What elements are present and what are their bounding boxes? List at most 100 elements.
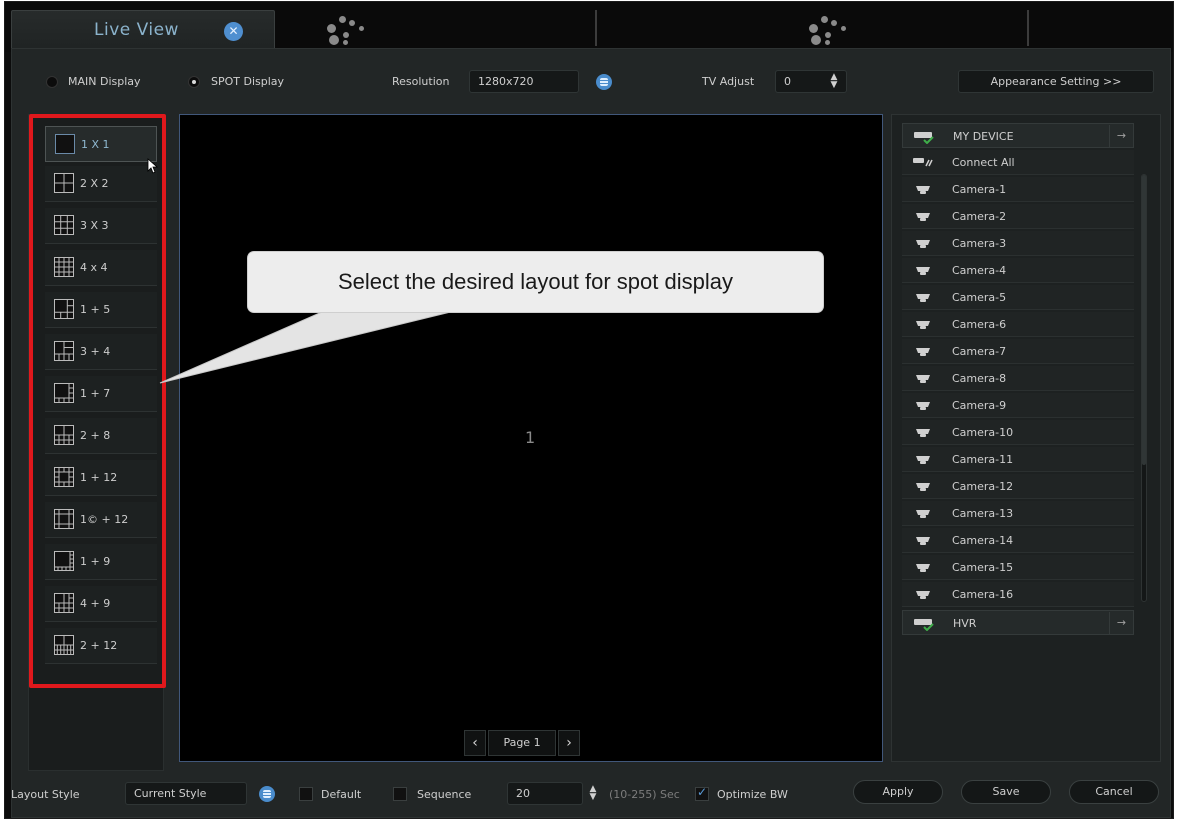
callout-box: Select the desired layout for spot displ…	[248, 252, 823, 312]
layout-style-select[interactable]: Current Style	[125, 782, 247, 805]
layout-1plus7-button[interactable]: 1 + 7	[45, 376, 157, 412]
camera-label: Camera-1	[952, 183, 1007, 196]
device-list-panel: MY DEVICE → Connect All Camera-1 Camera-2…	[891, 114, 1161, 762]
camera-item[interactable]: Camera-15	[902, 555, 1134, 580]
layout-4plus9-button[interactable]: 4 + 9	[45, 586, 157, 622]
camera-label: Camera-13	[952, 507, 1014, 520]
arrow-right-icon[interactable]: →	[1109, 125, 1133, 147]
apply-button[interactable]: Apply	[853, 780, 943, 804]
cancel-button[interactable]: Cancel	[1069, 780, 1159, 804]
camera-icon	[916, 456, 930, 464]
save-button[interactable]: Save	[961, 780, 1051, 804]
camera-item[interactable]: Camera-11	[902, 447, 1134, 472]
layout-2plus12-button[interactable]: 2 + 12	[45, 628, 157, 664]
sequence-range-hint: (10-255) Sec	[609, 788, 680, 801]
tab-placeholder-icon[interactable]	[323, 12, 383, 46]
layout-1x1-button[interactable]: 1 X 1	[45, 126, 157, 162]
arrow-right-icon[interactable]: →	[1109, 612, 1133, 634]
camera-icon	[916, 321, 930, 329]
camera-item[interactable]: Camera-5	[902, 285, 1134, 310]
chevron-right-icon[interactable]: ›	[558, 730, 580, 756]
device-list-scrollbar[interactable]	[1141, 174, 1147, 602]
dvr-screen: Live View ✕ MAIN Display SPOT Display Re…	[4, 1, 1174, 819]
camera-label: Camera-16	[952, 588, 1014, 601]
camera-icon	[916, 483, 930, 491]
layout-3x3-button[interactable]: 3 X 3	[45, 208, 157, 244]
layout-1plus9-button[interactable]: 1 + 9	[45, 544, 157, 580]
connect-all-icon	[913, 158, 933, 167]
dvr-device-icon	[914, 132, 934, 144]
resolution-dropdown-icon[interactable]	[596, 74, 612, 90]
grid-1plus9-icon	[54, 551, 74, 571]
layout-style-label: Layout Style	[11, 788, 80, 801]
tab-strip: Live View ✕	[5, 2, 1173, 52]
layout-label: 1 + 12	[80, 471, 118, 484]
grid-1cplus12-icon	[54, 509, 74, 529]
spot-display-radio[interactable]	[188, 76, 200, 88]
sequence-field[interactable]: 20	[507, 782, 583, 805]
chevron-left-icon[interactable]: ‹	[464, 730, 486, 756]
camera-icon	[916, 591, 930, 599]
camera-item[interactable]: Camera-13	[902, 501, 1134, 526]
layout-label: 4 + 9	[80, 597, 111, 610]
camera-item[interactable]: Camera-7	[902, 339, 1134, 364]
camera-label: Camera-10	[952, 426, 1014, 439]
camera-item[interactable]: Camera-4	[902, 258, 1134, 283]
layout-2x2-button[interactable]: 2 X 2	[45, 166, 157, 202]
tv-adjust-stepper-icon[interactable]: ▲ ▼	[828, 73, 840, 91]
device-group-my-device[interactable]: MY DEVICE →	[902, 123, 1134, 148]
layout-3plus4-button[interactable]: 3 + 4	[45, 334, 157, 370]
layout-label: 2 X 2	[80, 177, 109, 190]
camera-icon	[916, 537, 930, 545]
device-group-hvr[interactable]: HVR →	[902, 610, 1134, 635]
camera-item[interactable]: Camera-8	[902, 366, 1134, 391]
camera-item[interactable]: Camera-2	[902, 204, 1134, 229]
default-label: Default	[321, 788, 362, 801]
dvr-device-icon	[914, 619, 934, 631]
camera-label: Camera-7	[952, 345, 1007, 358]
device-group-label: HVR	[953, 617, 977, 630]
camera-item[interactable]: Camera-14	[902, 528, 1134, 553]
camera-item[interactable]: Camera-1	[902, 177, 1134, 202]
optimize-bw-label: Optimize BW	[717, 788, 788, 801]
close-icon[interactable]: ✕	[224, 22, 243, 41]
tab-placeholder-icon[interactable]	[805, 12, 865, 46]
camera-item[interactable]: Camera-6	[902, 312, 1134, 337]
layout-style-dropdown-icon[interactable]	[259, 786, 275, 802]
resolution-select[interactable]: 1280x720	[469, 70, 579, 93]
default-checkbox[interactable]	[299, 787, 313, 801]
camera-item[interactable]: Camera-3	[902, 231, 1134, 256]
appearance-setting-button[interactable]: Appearance Setting >>	[958, 70, 1154, 93]
tab-live-view[interactable]: Live View ✕	[11, 10, 275, 52]
connect-all-item[interactable]: Connect All	[902, 150, 1134, 175]
camera-icon	[916, 510, 930, 518]
layout-label: 2 + 8	[80, 429, 111, 442]
grid-1plus5-icon	[54, 299, 74, 319]
camera-item[interactable]: Camera-9	[902, 393, 1134, 418]
camera-item[interactable]: Camera-12	[902, 474, 1134, 499]
main-display-radio[interactable]	[46, 76, 58, 88]
sequence-stepper-icon[interactable]: ▲ ▼	[587, 785, 599, 803]
camera-item[interactable]: Camera-10	[902, 420, 1134, 445]
spot-video-area[interactable]: 1 ‹ Page 1 ›	[179, 114, 883, 762]
camera-label: Camera-2	[952, 210, 1007, 223]
resolution-label: Resolution	[392, 75, 450, 88]
scrollbar-thumb[interactable]	[1142, 175, 1146, 465]
layout-1plus5-button[interactable]: 1 + 5	[45, 292, 157, 328]
main-display-label: MAIN Display	[68, 75, 141, 88]
camera-label: Camera-15	[952, 561, 1014, 574]
grid-2plus12-icon	[54, 635, 74, 655]
camera-item[interactable]: Camera-16	[902, 582, 1134, 607]
layout-4x4-button[interactable]: 4 x 4	[45, 250, 157, 286]
layout-1cplus12-button[interactable]: 1© + 12	[45, 502, 157, 538]
camera-label: Camera-8	[952, 372, 1007, 385]
grid-4plus9-icon	[54, 593, 74, 613]
sequence-checkbox[interactable]	[393, 787, 407, 801]
camera-icon	[916, 294, 930, 302]
connect-all-label: Connect All	[952, 156, 1015, 169]
layout-label: 1 X 1	[81, 138, 110, 151]
camera-label: Camera-4	[952, 264, 1007, 277]
layout-1plus12-button[interactable]: 1 + 12	[45, 460, 157, 496]
optimize-bw-checkbox[interactable]	[695, 785, 709, 801]
layout-2plus8-button[interactable]: 2 + 8	[45, 418, 157, 454]
